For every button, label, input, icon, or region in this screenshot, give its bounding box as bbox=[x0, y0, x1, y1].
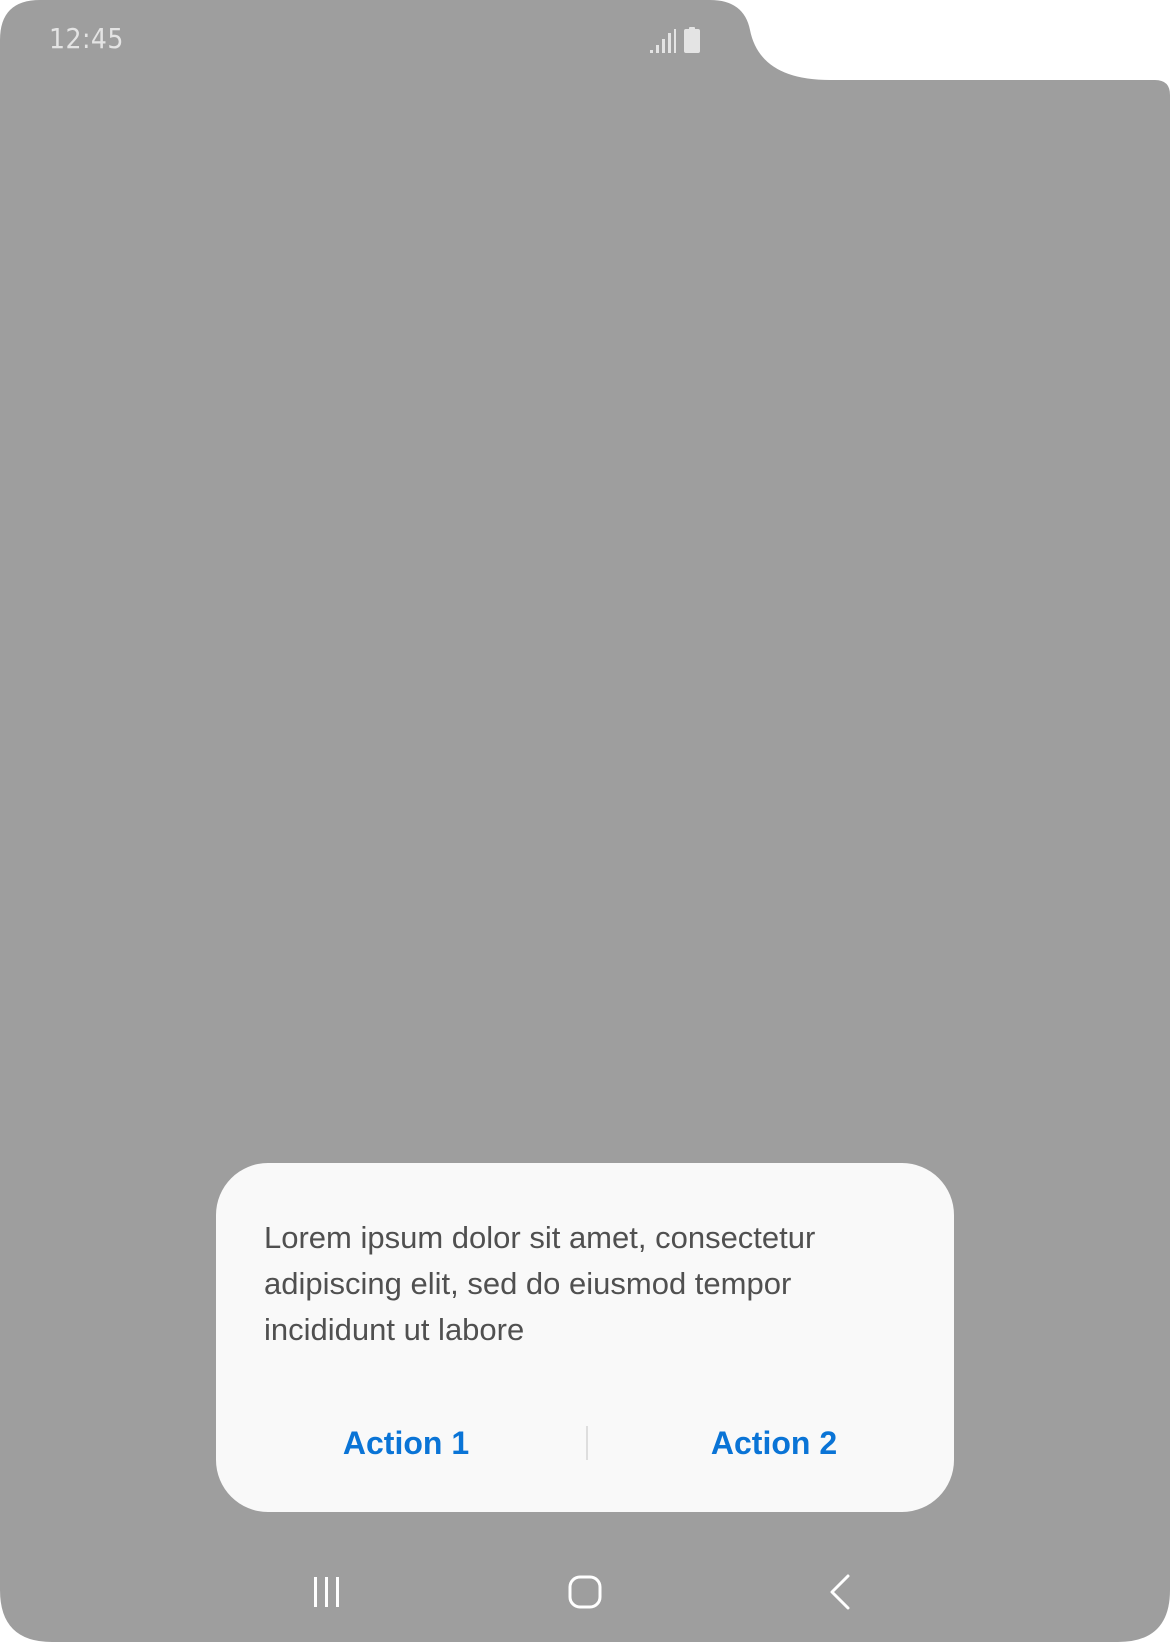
alert-dialog: Lorem ipsum dolor sit amet, consectetur … bbox=[216, 1163, 954, 1512]
status-icons bbox=[650, 27, 700, 53]
battery-icon bbox=[684, 27, 700, 53]
action-1-button[interactable]: Action 1 bbox=[216, 1417, 586, 1469]
dialog-message: Lorem ipsum dolor sit amet, consectetur … bbox=[264, 1220, 816, 1347]
navigation-bar bbox=[0, 1560, 1170, 1624]
back-icon[interactable] bbox=[820, 1560, 860, 1624]
dialog-actions: Action 1 Action 2 bbox=[216, 1417, 954, 1469]
action-2-button[interactable]: Action 2 bbox=[588, 1417, 954, 1469]
recent-apps-icon[interactable] bbox=[306, 1560, 346, 1624]
status-time: 12:45 bbox=[49, 22, 124, 55]
signal-icon bbox=[650, 29, 676, 53]
home-icon[interactable] bbox=[565, 1560, 605, 1624]
